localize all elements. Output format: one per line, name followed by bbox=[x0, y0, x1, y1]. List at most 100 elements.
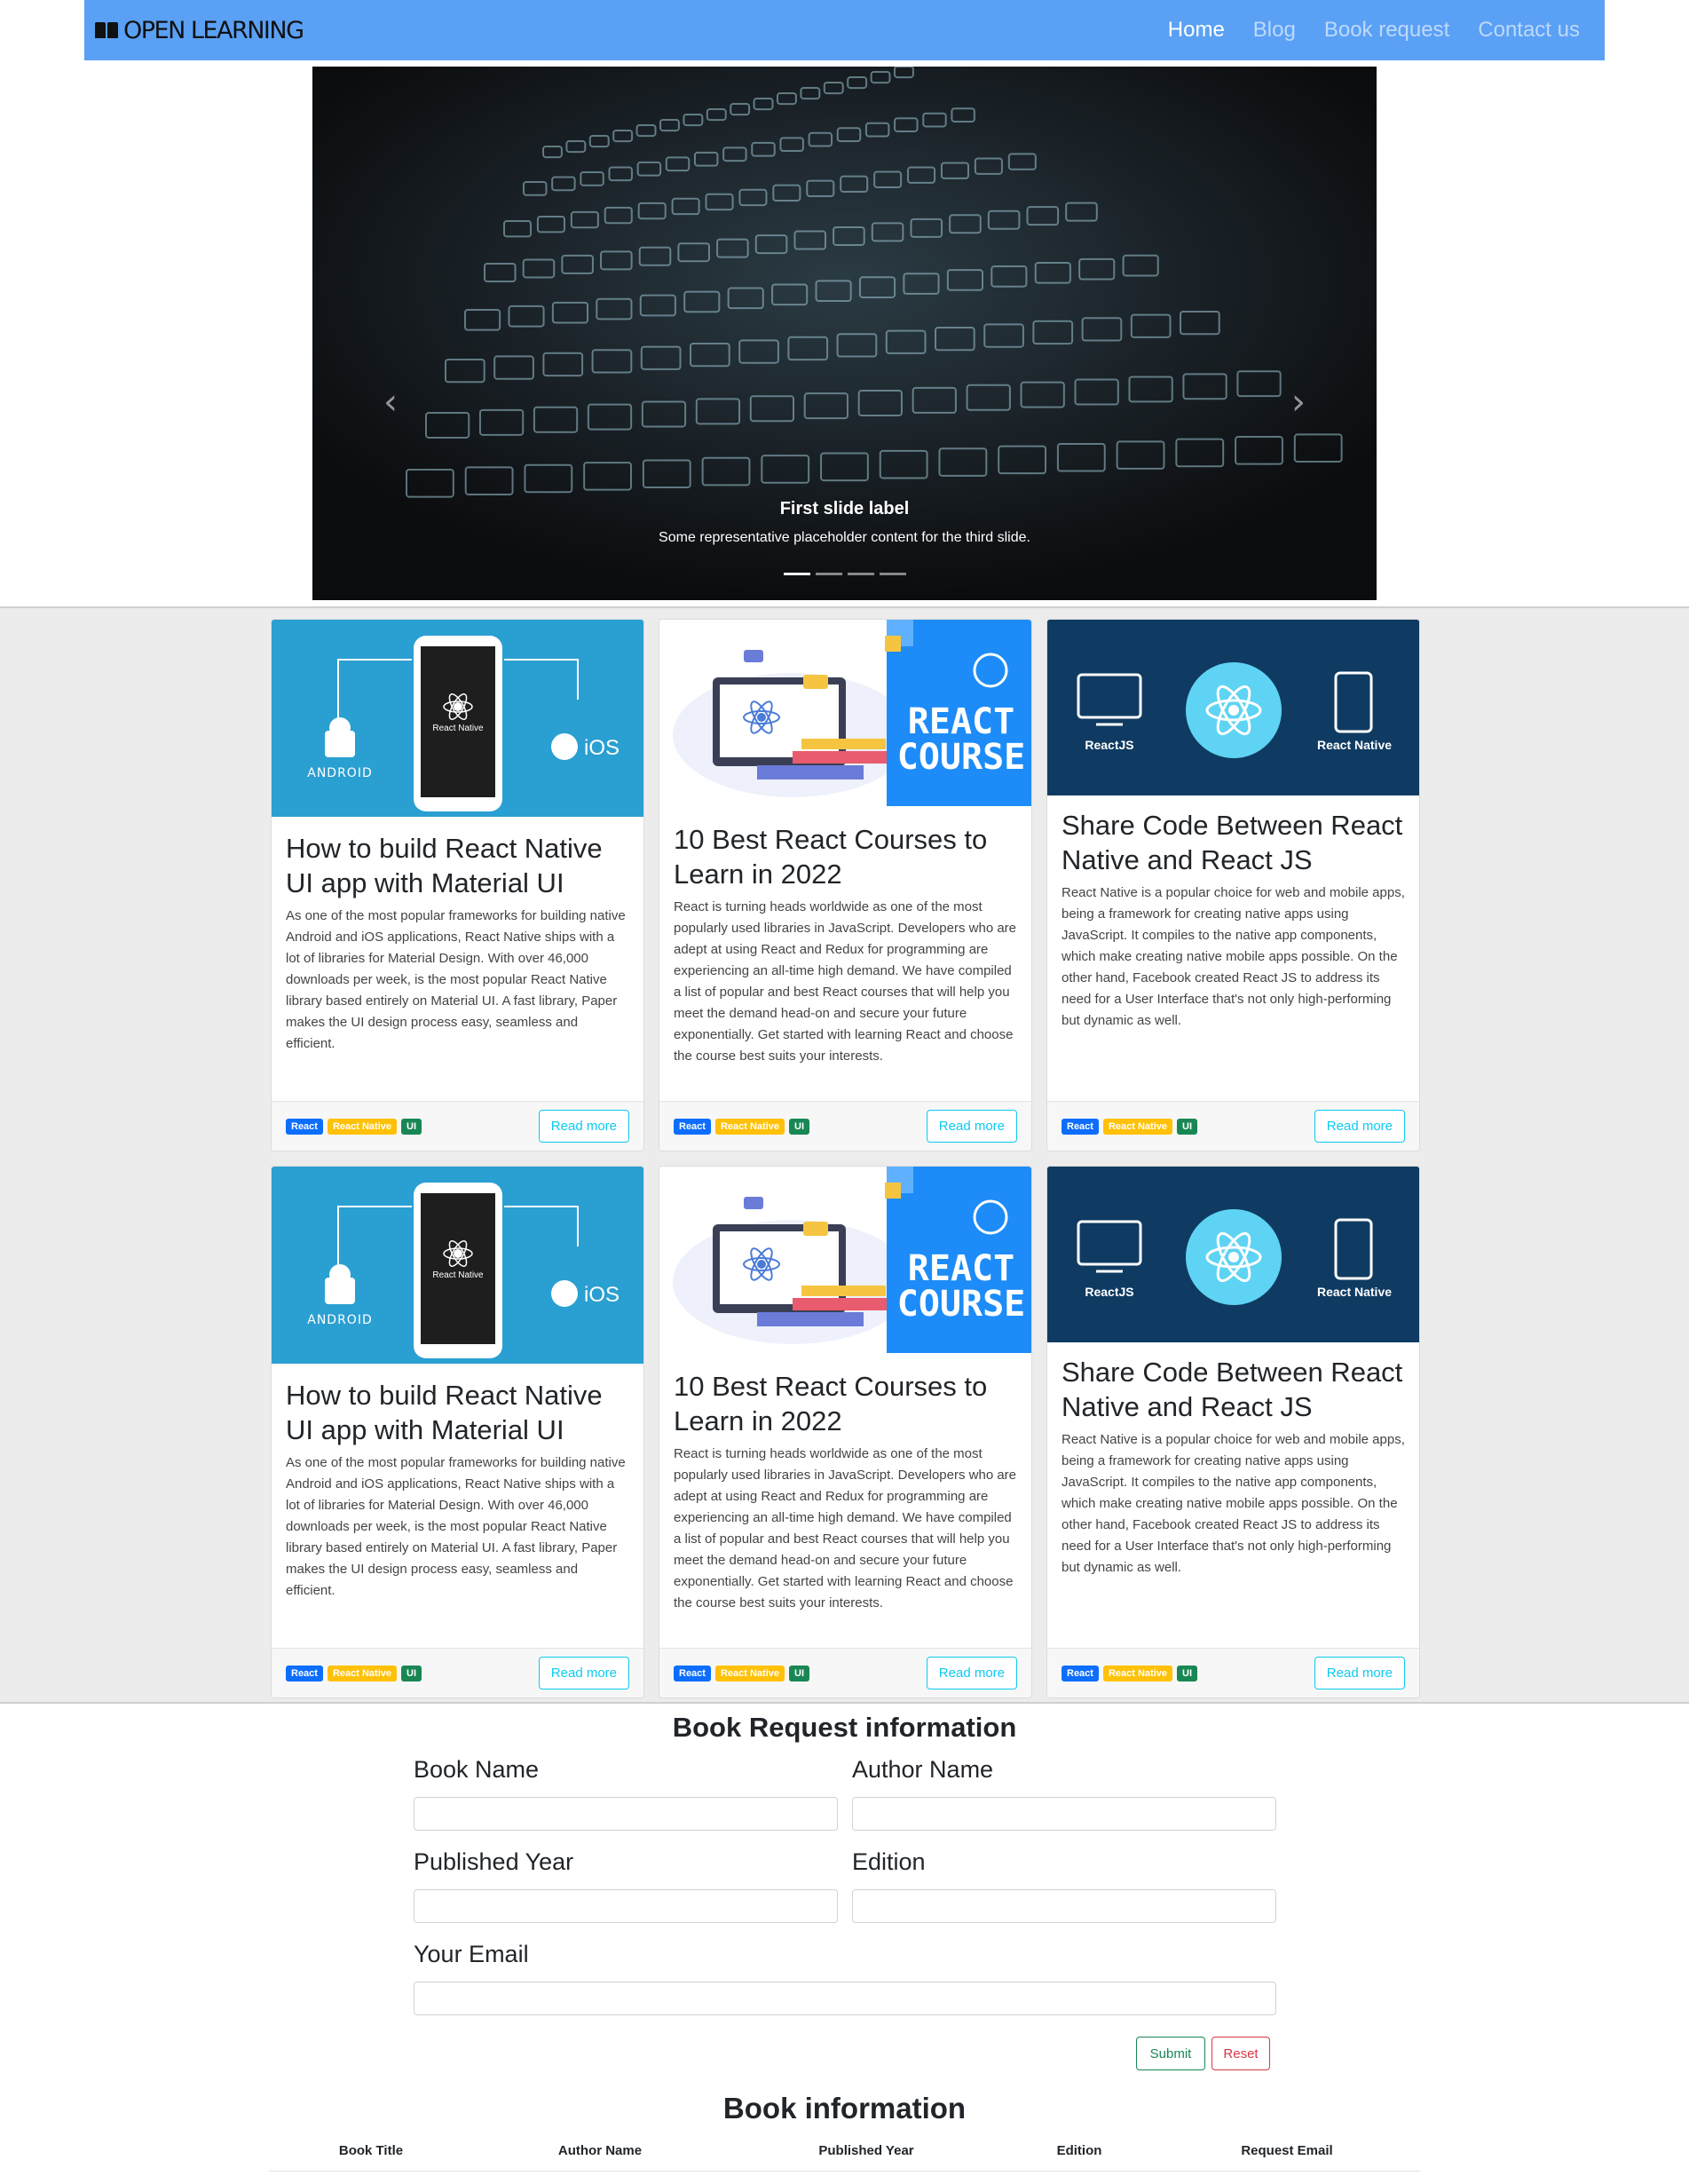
reactjs-text: ReactJS bbox=[1085, 738, 1133, 752]
card-footer: React React Native UI Read more bbox=[272, 1648, 643, 1697]
card: ReactJS React Native Share Code Between … bbox=[1046, 619, 1420, 1151]
carousel-indicator-3[interactable] bbox=[847, 573, 874, 575]
brand[interactable]: OPEN LEARNING bbox=[95, 17, 304, 44]
book-name-label: Book Name bbox=[414, 1756, 540, 1783]
badge-react-native: React Native bbox=[327, 1118, 398, 1135]
badge-react-native: React Native bbox=[1102, 1665, 1173, 1682]
card-image-react-course: REACT COURSE bbox=[659, 620, 1031, 806]
react-course-illustration: REACT COURSE bbox=[673, 1167, 1031, 1353]
card-title: Share Code Between React Native and Reac… bbox=[1062, 1357, 1403, 1422]
book-icon bbox=[95, 22, 118, 38]
card-image-react-native: React Native ANDROID iOS bbox=[272, 1167, 643, 1364]
card-text: React Native is a popular choice for web… bbox=[1062, 885, 1405, 1028]
carousel-indicator-4[interactable] bbox=[879, 573, 906, 575]
badge-react: React bbox=[674, 1665, 711, 1682]
reset-button[interactable]: Reset bbox=[1212, 2037, 1270, 2070]
card: REACT COURSE 10 Best React Courses to Le… bbox=[659, 1166, 1032, 1698]
card-footer: React React Native UI Read more bbox=[272, 1101, 643, 1151]
column-header-book-title: Book Title bbox=[338, 2143, 404, 2158]
badge-ui: UI bbox=[401, 1118, 422, 1135]
badge-ui: UI bbox=[401, 1665, 422, 1682]
card-title: 10 Best React Courses to Learn in 2022 bbox=[674, 1371, 988, 1436]
brand-name: OPEN LEARNING bbox=[123, 16, 304, 44]
badge-react-native: React Native bbox=[714, 1118, 785, 1135]
badge-react-native: React Native bbox=[1102, 1118, 1173, 1135]
navbar: OPEN LEARNING Home Blog Book request Con… bbox=[84, 0, 1605, 60]
react-native-text: React Native bbox=[432, 724, 484, 733]
table-header-divider bbox=[269, 2171, 1420, 2172]
hero-carousel: ‹ › First slide label Some representativ… bbox=[312, 67, 1377, 600]
card: REACT COURSE 10 Best React Courses to Le… bbox=[659, 619, 1032, 1151]
ios-text: iOS bbox=[584, 736, 620, 760]
badge-react-native: React Native bbox=[327, 1665, 398, 1682]
reactjs-text: ReactJS bbox=[1085, 1285, 1133, 1299]
react-native-illustration: React Native ANDROID iOS bbox=[307, 1183, 620, 1358]
badge-ui: UI bbox=[789, 1118, 810, 1135]
card: React Native ANDROID iOS How to build Re… bbox=[271, 619, 644, 1151]
share-code-illustration: ReactJS React Native bbox=[1047, 620, 1419, 795]
react-native-illustration: React Native ANDROID iOS bbox=[307, 636, 620, 811]
carousel-indicators bbox=[312, 573, 1377, 575]
card-image-react-native: React Native ANDROID iOS bbox=[272, 620, 643, 817]
read-more-button[interactable]: Read more bbox=[1314, 1110, 1405, 1143]
published-year-label: Published Year bbox=[414, 1848, 574, 1875]
email-input[interactable] bbox=[414, 1982, 1276, 2015]
carousel-prev-icon[interactable]: ‹ bbox=[383, 382, 398, 423]
edition-input[interactable] bbox=[852, 1889, 1276, 1923]
published-year-input[interactable] bbox=[414, 1889, 838, 1923]
card-text: React Native is a popular choice for web… bbox=[1062, 1432, 1405, 1575]
card-title: 10 Best React Courses to Learn in 2022 bbox=[674, 824, 988, 890]
read-more-button[interactable]: Read more bbox=[1314, 1657, 1405, 1689]
badge-react: React bbox=[1062, 1118, 1099, 1135]
nav-links: Home Blog Book request Contact us bbox=[1168, 18, 1580, 43]
android-text: ANDROID bbox=[307, 1313, 373, 1327]
carousel-indicator-2[interactable] bbox=[815, 573, 842, 575]
read-more-button[interactable]: Read more bbox=[538, 1110, 629, 1143]
carousel-indicator-1[interactable] bbox=[783, 573, 810, 575]
react-native-text: React Native bbox=[1317, 1285, 1392, 1299]
caption-title: First slide label bbox=[779, 499, 910, 518]
card-footer: React React Native UI Read more bbox=[659, 1648, 1031, 1697]
read-more-button[interactable]: Read more bbox=[926, 1110, 1017, 1143]
cards-section: React Native ANDROID iOS How to build Re… bbox=[0, 606, 1689, 1704]
badge-ui: UI bbox=[789, 1665, 810, 1682]
column-header-request-email: Request Email bbox=[1241, 2143, 1333, 2158]
book-info-title: Book information bbox=[722, 2092, 967, 2125]
card: React Native ANDROID iOS How to build Re… bbox=[271, 1166, 644, 1698]
react-native-text: React Native bbox=[1317, 738, 1392, 752]
caption-text: Some representative placeholder content … bbox=[659, 530, 1030, 545]
badge-react: React bbox=[1062, 1665, 1099, 1682]
carousel-next-icon[interactable]: › bbox=[1291, 382, 1306, 423]
course-text: COURSE bbox=[897, 1284, 1026, 1325]
card-image-share-code: ReactJS React Native bbox=[1047, 1167, 1419, 1342]
card-text: React is turning heads worldwide as one … bbox=[674, 899, 1017, 1064]
column-header-author-name: Author Name bbox=[557, 2143, 643, 2158]
carousel-caption: First slide label Some representative pl… bbox=[312, 499, 1377, 546]
nav-link-home[interactable]: Home bbox=[1168, 18, 1225, 43]
android-text: ANDROID bbox=[307, 766, 373, 780]
card-text: As one of the most popular frameworks fo… bbox=[286, 908, 626, 1051]
form-title: Book Request information bbox=[672, 1712, 1017, 1743]
badge-ui: UI bbox=[1177, 1118, 1198, 1135]
card-text: As one of the most popular frameworks fo… bbox=[286, 1455, 626, 1598]
badge-react: React bbox=[286, 1118, 323, 1135]
ios-text: iOS bbox=[584, 1283, 620, 1307]
column-header-edition: Edition bbox=[1056, 2143, 1102, 2158]
card-footer: React React Native UI Read more bbox=[1047, 1648, 1419, 1697]
author-name-input[interactable] bbox=[852, 1797, 1276, 1831]
read-more-button[interactable]: Read more bbox=[538, 1657, 629, 1689]
email-label: Your Email bbox=[414, 1941, 529, 1967]
card-image-share-code: ReactJS React Native bbox=[1047, 620, 1419, 795]
edition-label: Edition bbox=[852, 1848, 926, 1875]
badge-react: React bbox=[674, 1118, 711, 1135]
nav-link-blog[interactable]: Blog bbox=[1253, 18, 1296, 43]
read-more-button[interactable]: Read more bbox=[926, 1657, 1017, 1689]
submit-button[interactable]: Submit bbox=[1136, 2037, 1205, 2070]
nav-link-book-request[interactable]: Book request bbox=[1324, 18, 1449, 43]
book-name-input[interactable] bbox=[414, 1797, 838, 1831]
badge-ui: UI bbox=[1177, 1665, 1198, 1682]
card-title: How to build React Native UI app with Ma… bbox=[286, 833, 603, 898]
share-code-illustration: ReactJS React Native bbox=[1047, 1167, 1419, 1342]
nav-link-contact-us[interactable]: Contact us bbox=[1478, 18, 1580, 43]
column-header-published-year: Published Year bbox=[818, 2143, 914, 2158]
